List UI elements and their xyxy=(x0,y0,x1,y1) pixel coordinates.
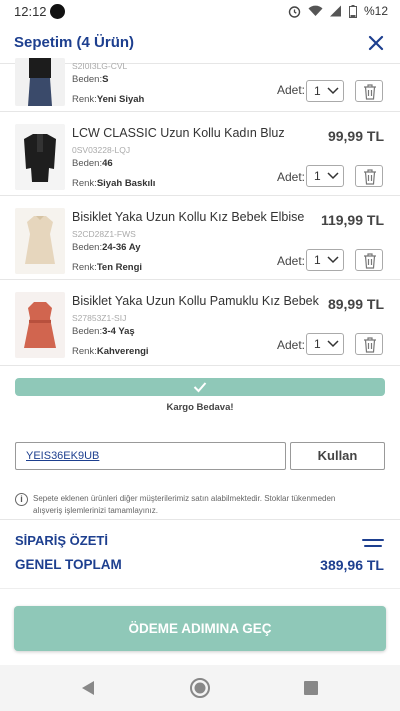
product-price: 99,99 TL xyxy=(327,128,384,144)
trash-icon xyxy=(364,84,376,100)
product-size: Beden:46 xyxy=(72,158,113,169)
wifi-icon xyxy=(308,5,323,17)
product-size: Beden:24-36 Ay xyxy=(72,242,141,253)
order-summary-title[interactable]: SİPARİŞ ÖZETİ xyxy=(15,533,108,548)
product-price: 89,99 TL xyxy=(327,296,384,312)
product-name[interactable]: LCW CLASSIC Uzun Kollu Kadın Bluz xyxy=(72,126,322,140)
quantity-select[interactable]: 1 xyxy=(306,333,344,355)
quantity-label: Adet: xyxy=(277,254,306,268)
quantity-label: Adet: xyxy=(277,338,306,352)
product-color: Renk:Siyah Baskılı xyxy=(72,178,156,189)
quantity-select[interactable]: 1 xyxy=(306,165,344,187)
close-icon[interactable] xyxy=(366,33,386,53)
notification-dot-icon xyxy=(50,4,65,19)
status-bar: 12:12 %12 xyxy=(0,0,400,24)
product-code: S2CD28Z1-FWS xyxy=(72,229,136,239)
system-nav-bar xyxy=(0,665,400,711)
trash-icon xyxy=(364,169,376,185)
grand-total-label: GENEL TOPLAM xyxy=(15,557,122,572)
grand-total-value: 389,96 TL xyxy=(320,557,384,573)
page-title: Sepetim (4 Ürün) xyxy=(14,34,135,51)
home-icon[interactable] xyxy=(189,677,211,699)
quantity-label: Adet: xyxy=(277,170,306,184)
chevron-down-icon xyxy=(327,87,339,95)
status-time: 12:12 xyxy=(14,4,47,19)
info-icon: i xyxy=(15,493,28,506)
remove-item-button[interactable] xyxy=(355,80,383,102)
product-size: Beden:S xyxy=(72,74,109,85)
remove-item-button[interactable] xyxy=(355,249,383,271)
stock-info-text: Sepete eklenen ürünleri diğer müşteriler… xyxy=(33,494,336,515)
battery-percent: %12 xyxy=(363,4,388,18)
alarm-icon xyxy=(288,5,301,18)
product-price: 119,99 TL xyxy=(320,212,384,228)
proceed-to-payment-button[interactable]: ÖDEME ADIMINA GEÇ xyxy=(14,606,386,651)
chevron-down-icon xyxy=(327,172,339,180)
cart-item: S2I0I3LG-CVL Beden:S Renk:Yeni Siyah Ade… xyxy=(0,58,400,112)
product-image[interactable] xyxy=(15,208,65,274)
free-shipping-text: Kargo Bedava! xyxy=(166,402,234,413)
trash-icon xyxy=(364,253,376,269)
checkmark-icon xyxy=(193,382,207,393)
signal-icon xyxy=(329,5,341,17)
chevron-down-icon xyxy=(327,340,339,348)
product-code: S27853Z1-SIJ xyxy=(72,313,127,323)
trash-icon xyxy=(364,337,376,353)
recents-icon[interactable] xyxy=(304,681,318,695)
remove-item-button[interactable] xyxy=(355,165,383,187)
cart-item: Bisiklet Yaka Uzun Kollu Kız Bebek Elbis… xyxy=(0,196,400,280)
product-color: Renk:Yeni Siyah xyxy=(72,94,145,105)
product-code: 0SV03228-LQJ xyxy=(72,145,131,155)
product-color: Renk:Kahverengi xyxy=(72,346,149,357)
status-icons: %12 xyxy=(288,4,388,18)
battery-icon xyxy=(348,4,357,18)
coupon-code-input[interactable]: YEIS36EK9UB xyxy=(15,442,286,470)
quantity-select[interactable]: 1 xyxy=(306,80,344,102)
chevron-down-icon xyxy=(327,256,339,264)
product-code: S2I0I3LG-CVL xyxy=(72,61,128,71)
product-image[interactable] xyxy=(15,292,65,358)
free-shipping-progress xyxy=(15,378,385,396)
quantity-select[interactable]: 1 xyxy=(306,249,344,271)
apply-coupon-button[interactable]: Kullan xyxy=(290,442,385,470)
remove-item-button[interactable] xyxy=(355,333,383,355)
quantity-label: Adet: xyxy=(277,83,306,97)
divider xyxy=(0,519,400,520)
back-icon[interactable] xyxy=(80,680,96,696)
product-image[interactable] xyxy=(15,124,65,190)
divider xyxy=(0,588,400,589)
product-name[interactable]: Bisiklet Yaka Uzun Kollu Pamuklu Kız Beb… xyxy=(72,294,322,308)
cart-item: LCW CLASSIC Uzun Kollu Kadın Bluz 99,99 … xyxy=(0,112,400,196)
product-color: Renk:Ten Rengi xyxy=(72,262,143,273)
product-image[interactable] xyxy=(15,58,65,106)
product-name[interactable]: Bisiklet Yaka Uzun Kollu Kız Bebek Elbis… xyxy=(72,210,322,224)
product-size: Beden:3-4 Yaş xyxy=(72,326,135,337)
summary-toggle-icon[interactable] xyxy=(362,538,384,548)
cart-item: Bisiklet Yaka Uzun Kollu Pamuklu Kız Beb… xyxy=(0,280,400,366)
